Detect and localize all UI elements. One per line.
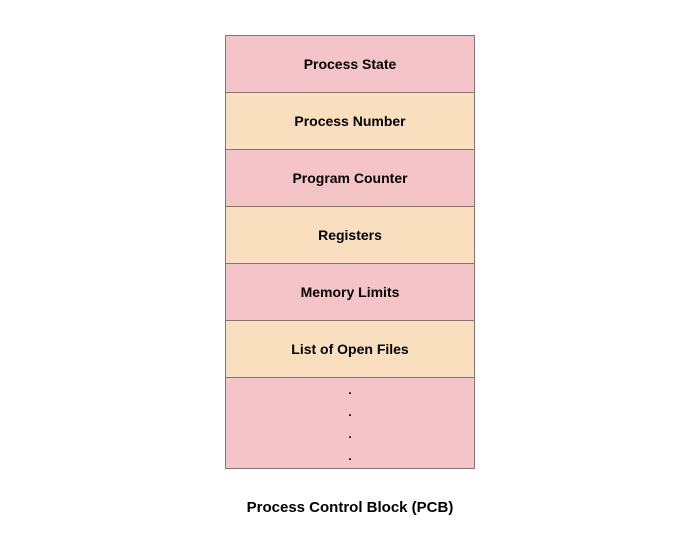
- pcb-row-label: Program Counter: [292, 170, 407, 186]
- diagram-caption: Process Control Block (PCB): [247, 499, 454, 516]
- pcb-row-ellipsis: . . . .: [226, 378, 474, 468]
- ellipsis-dot: .: [348, 384, 351, 396]
- pcb-row-label: Registers: [318, 227, 382, 243]
- pcb-row-memory-limits: Memory Limits: [226, 264, 474, 321]
- pcb-row-label: List of Open Files: [291, 341, 408, 357]
- ellipsis-dot: .: [348, 428, 351, 440]
- pcb-row-open-files: List of Open Files: [226, 321, 474, 378]
- pcb-row-process-number: Process Number: [226, 93, 474, 150]
- pcb-row-label: Memory Limits: [301, 284, 400, 300]
- pcb-row-label: Process State: [304, 56, 397, 72]
- pcb-row-program-counter: Program Counter: [226, 150, 474, 207]
- pcb-row-process-state: Process State: [226, 36, 474, 93]
- ellipsis-dot: .: [348, 406, 351, 418]
- ellipsis-dot: .: [348, 450, 351, 462]
- pcb-row-label: Process Number: [294, 113, 405, 129]
- pcb-row-registers: Registers: [226, 207, 474, 264]
- pcb-diagram: Process State Process Number Program Cou…: [225, 35, 475, 469]
